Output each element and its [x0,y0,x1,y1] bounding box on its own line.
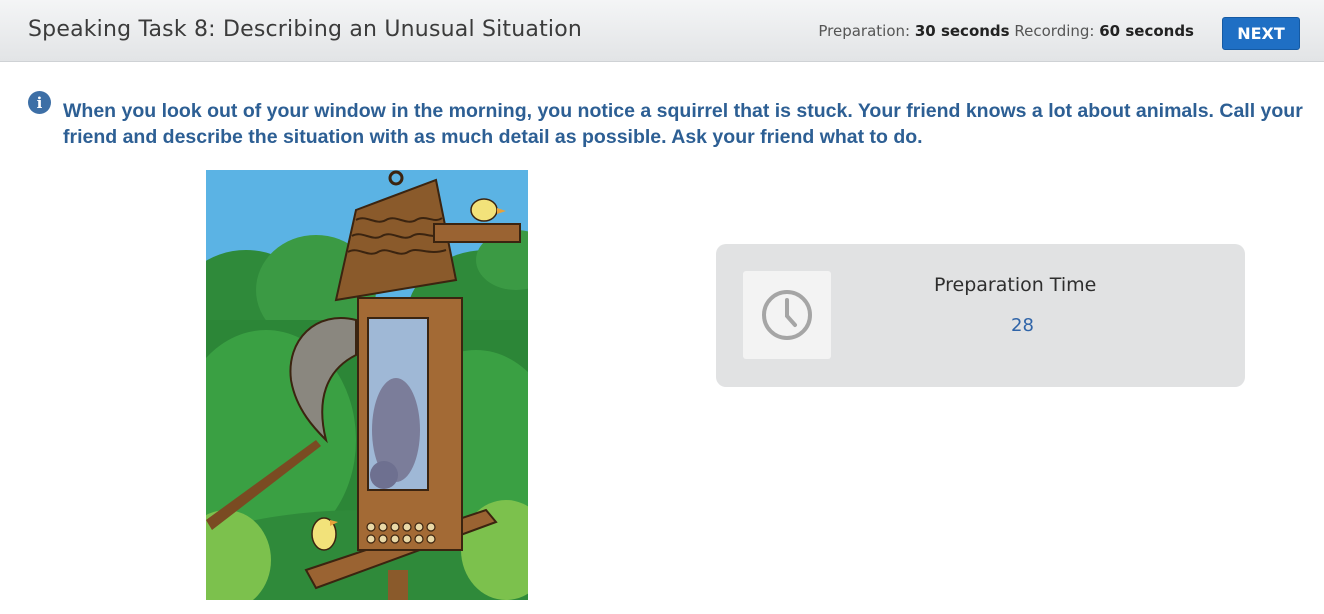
info-icon: i [28,91,51,114]
clock-icon [743,271,831,359]
page-title: Speaking Task 8: Describing an Unusual S… [28,17,583,42]
preparation-value: 30 seconds [914,22,1010,40]
preparation-countdown: 28 [1011,315,1034,336]
recording-label: Recording: [1014,22,1095,40]
task-header: Speaking Task 8: Describing an Unusual S… [0,0,1324,62]
preparation-label: Preparation: [818,22,911,40]
timing-info: Preparation: 30 seconds Recording: 60 se… [818,22,1194,40]
preparation-panel: Preparation Time 28 [716,244,1245,387]
next-button[interactable]: NEXT [1222,17,1300,50]
task-prompt: When you look out of your window in the … [63,100,1303,148]
preparation-time-label: Preparation Time [934,274,1097,296]
squirrel-bird-feeder-illustration [206,170,528,600]
recording-value: 60 seconds [1099,22,1194,40]
